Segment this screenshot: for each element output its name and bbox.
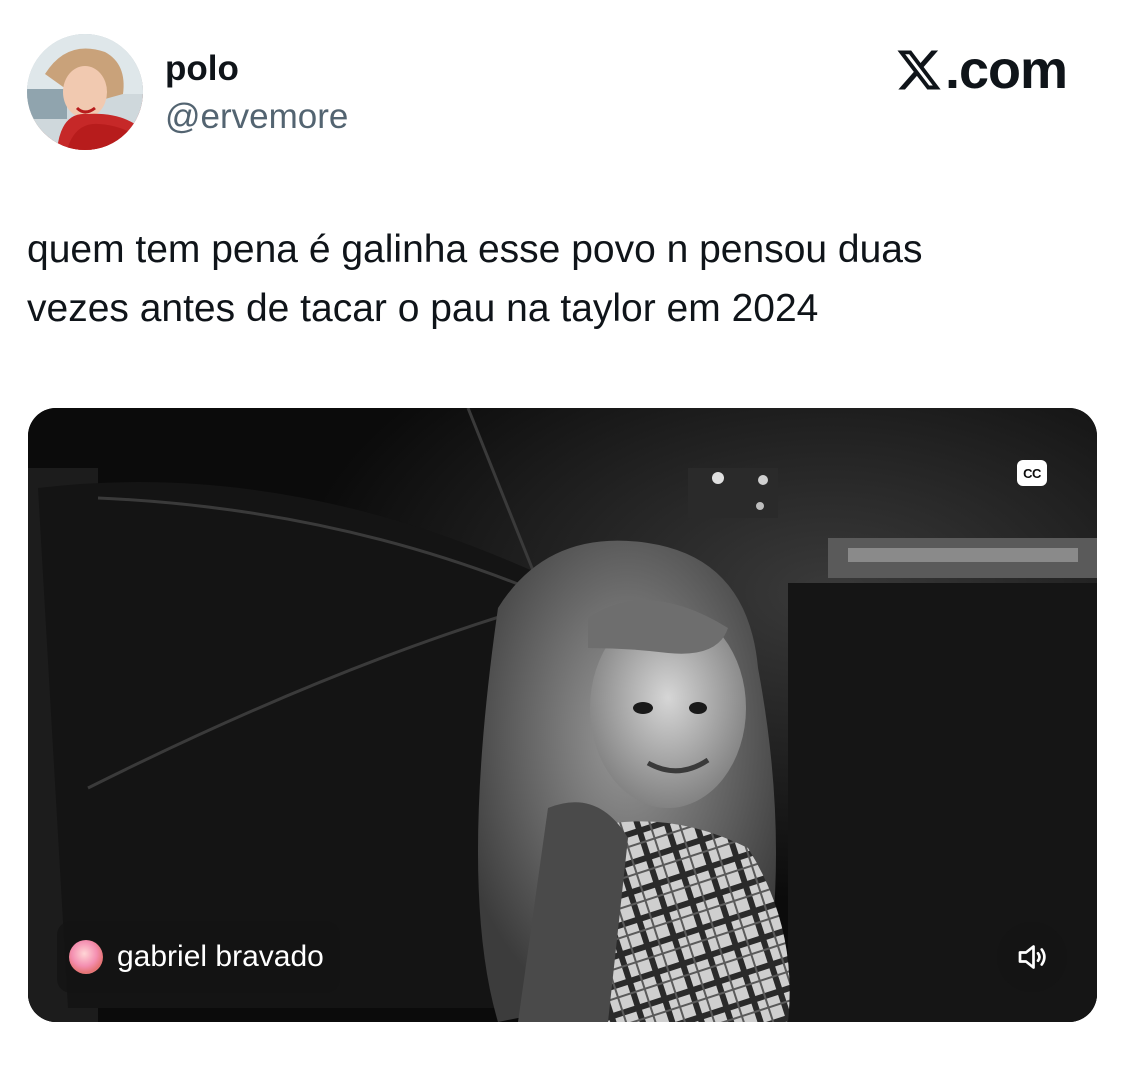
brand-logo: .com (895, 40, 1068, 100)
volume-icon (1018, 945, 1046, 969)
attribution-name: gabriel bravado (117, 940, 324, 973)
x-logo-icon (897, 50, 941, 90)
video-attribution[interactable]: gabriel bravado (57, 921, 340, 993)
video-player[interactable]: CC gabriel bravado (28, 408, 1097, 1022)
author-display-name[interactable]: polo (165, 48, 239, 90)
tweet-text: quem tem pena é galinha esse povo n pens… (27, 228, 923, 330)
closed-captions-button[interactable]: CC (1017, 460, 1047, 486)
volume-button[interactable] (997, 922, 1067, 992)
attribution-avatar (69, 940, 103, 974)
brand-text: .com (944, 40, 1068, 100)
author-handle[interactable]: @ervemore (165, 96, 348, 138)
author-avatar-photo (27, 34, 143, 150)
author-avatar[interactable] (27, 34, 143, 150)
